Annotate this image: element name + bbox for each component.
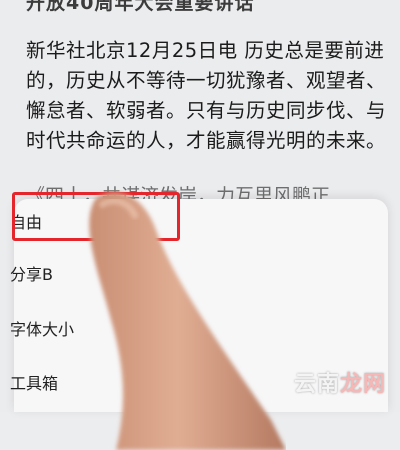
article-line: 新华社北京12月25日电 历史总是要前进: [26, 39, 385, 62]
menu-item-share[interactable]: 分享B: [10, 258, 53, 288]
menu-item-label: 分享B: [10, 265, 53, 284]
menu-item-label: 工具箱: [10, 374, 59, 393]
article-line: 的，历史从不等待一切犹豫者、观望者、: [26, 69, 387, 92]
article-body: 新华社北京12月25日电 历史总是要前进 的，历史从不等待一切犹豫者、观望者、 …: [26, 36, 387, 156]
watermark-text: 龙网: [339, 372, 386, 397]
menu-item-toolbox[interactable]: 工具箱: [10, 367, 58, 397]
article-line: 懈怠者、软弱者。只有与历史同步伐、与: [26, 99, 387, 122]
article-line: 时代共命运的人，才能赢得光明的未来。: [26, 129, 387, 152]
pointing-finger-image: [89, 192, 286, 450]
article-headline: 开放40周年大会重要讲话: [26, 0, 255, 14]
watermark-text: 云南: [293, 372, 340, 397]
watermark: 云南龙网: [294, 366, 386, 398]
